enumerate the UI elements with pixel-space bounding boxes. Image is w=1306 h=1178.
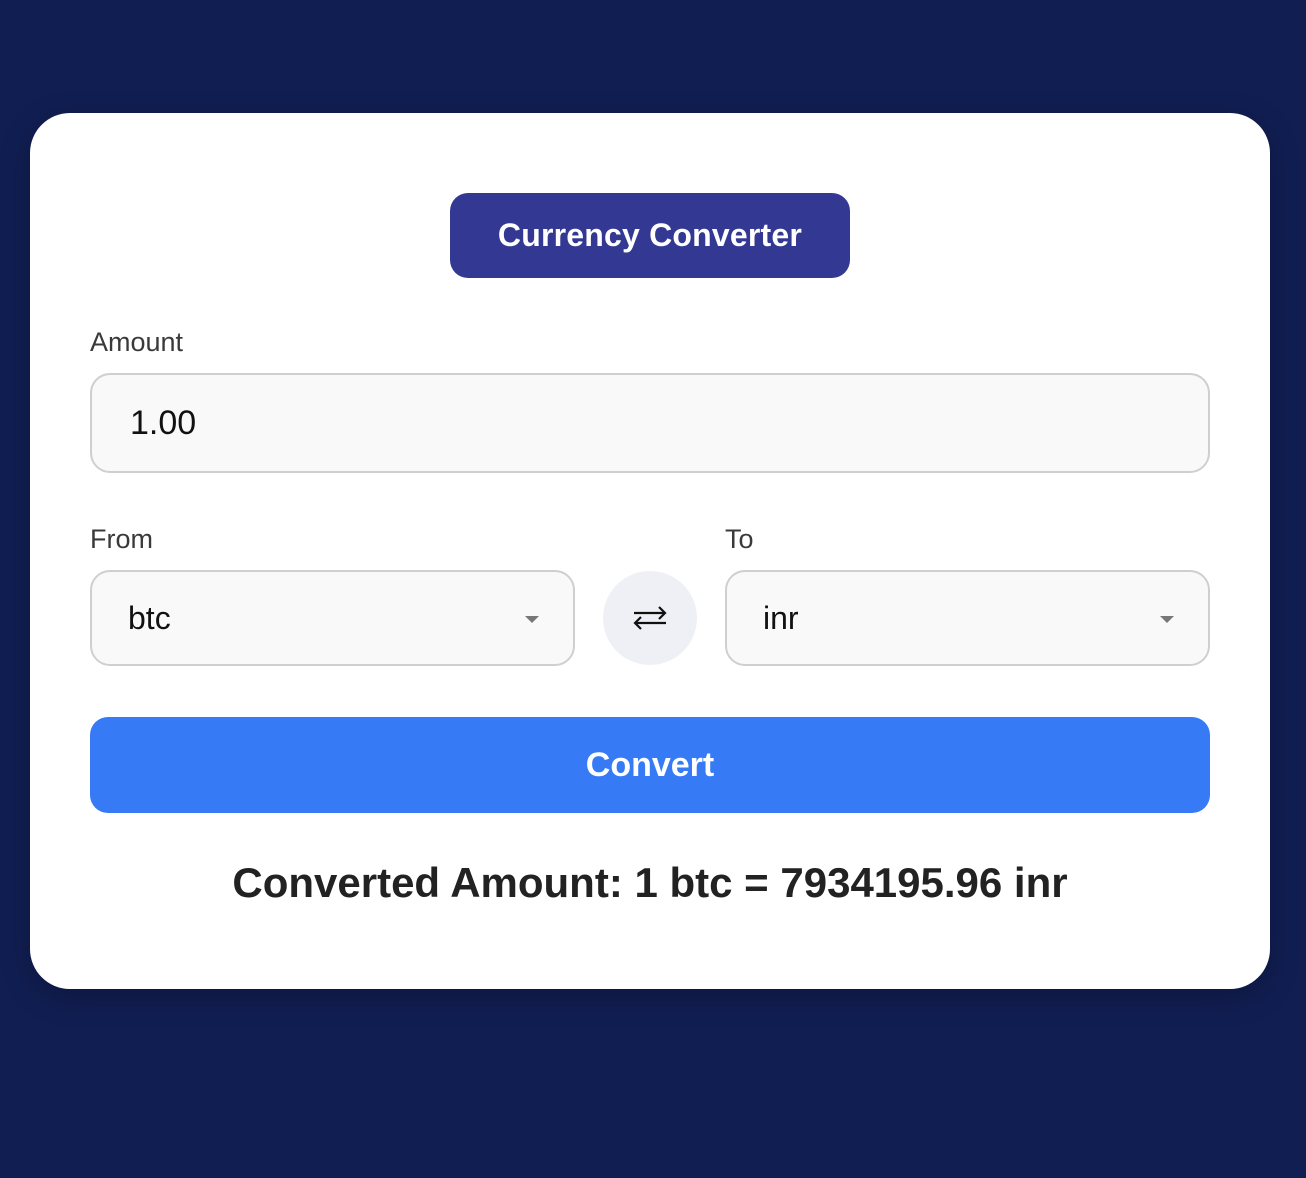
amount-label: Amount <box>90 327 184 357</box>
swap-button[interactable] <box>603 571 697 665</box>
to-label: To <box>725 524 754 554</box>
chevron-down-icon <box>525 616 539 623</box>
to-currency-value: inr <box>763 599 799 636</box>
convert-button[interactable]: Convert <box>90 717 1210 813</box>
from-label: From <box>90 524 153 554</box>
from-currency-select[interactable]: btc <box>90 570 575 666</box>
app-title: Currency Converter <box>450 193 850 278</box>
to-currency-select[interactable]: inr <box>725 570 1210 666</box>
amount-input[interactable] <box>90 373 1210 473</box>
chevron-down-icon <box>1160 616 1174 623</box>
converted-amount-text: Converted Amount: 1 btc = 7934195.96 inr <box>232 859 1068 906</box>
swap-arrows-icon <box>633 606 667 630</box>
converter-card: Currency Converter Amount From To btc in… <box>30 113 1270 989</box>
from-currency-value: btc <box>128 599 171 636</box>
